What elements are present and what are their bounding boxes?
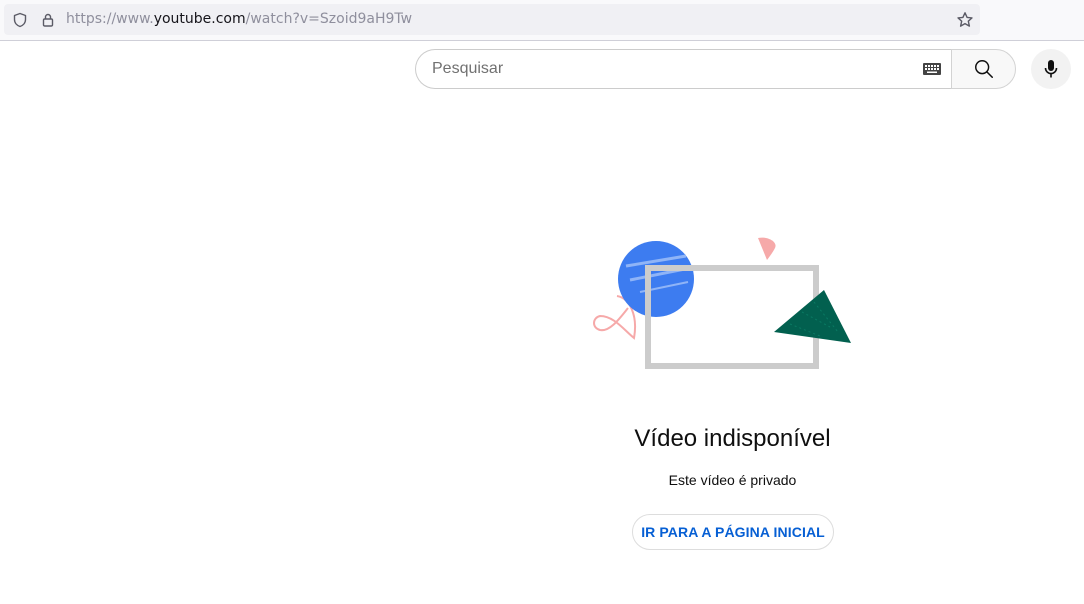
browser-toolbar: https://www.youtube.com/watch?v=Szoid9aH… [0,0,1084,41]
search-icon [975,60,993,78]
shield-icon[interactable] [12,12,28,28]
url-bar[interactable]: https://www.youtube.com/watch?v=Szoid9aH… [4,4,980,35]
url-prefix: https://www. [66,11,154,27]
voice-search-button[interactable] [1031,49,1071,89]
search-box [415,49,952,89]
lock-icon[interactable] [40,12,56,28]
url-path: /watch?v=Szoid9aH9Tw [245,11,413,27]
url-text[interactable]: https://www.youtube.com/watch?v=Szoid9aH… [66,4,412,35]
url-domain: youtube.com [153,11,246,27]
search-input[interactable] [432,59,912,79]
keyboard-icon[interactable] [922,62,942,76]
go-home-button[interactable]: IR PARA A PÁGINA INICIAL [632,514,834,550]
unavailable-video-illustration [593,237,851,369]
error-message: Este vídeo é privado [668,472,797,488]
search-button[interactable] [951,49,1016,89]
error-title: Vídeo indisponível [634,425,831,452]
microphone-icon [1044,60,1058,78]
bookmark-star-icon[interactable] [956,11,973,27]
